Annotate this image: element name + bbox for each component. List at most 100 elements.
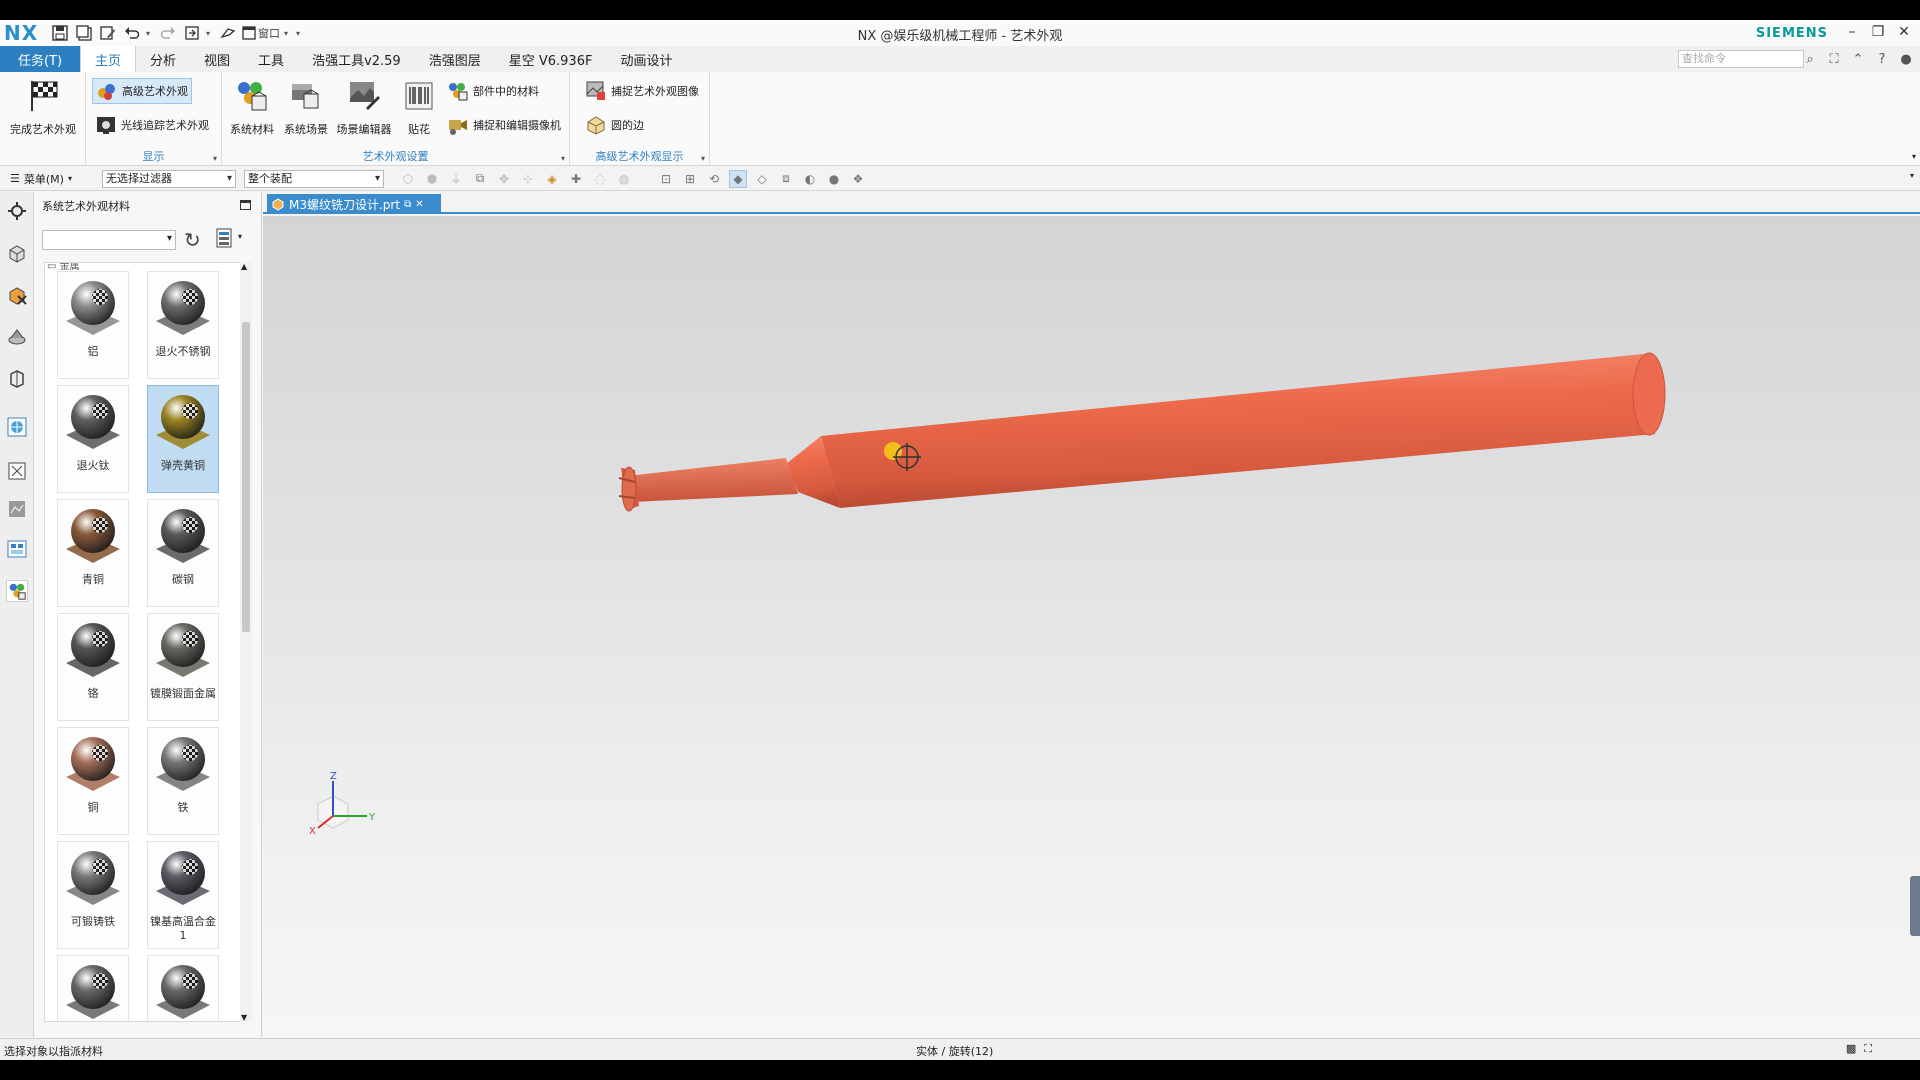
- capture-studio-image-button[interactable]: 捕捉艺术外观图像: [582, 78, 702, 104]
- process-studio-icon[interactable]: [6, 498, 28, 520]
- collapse-ribbon-icon[interactable]: ⌃: [1850, 50, 1866, 68]
- history-icon[interactable]: [6, 460, 28, 482]
- tab-haoqiang-layers[interactable]: 浩强图层: [415, 46, 495, 72]
- window-icon[interactable]: 窗口: [242, 23, 280, 43]
- tab-haoqiang-tools[interactable]: 浩强工具v2.59: [298, 46, 415, 72]
- hidden-b-icon[interactable]: ◍: [615, 170, 633, 188]
- material-tile[interactable]: 青铜: [57, 499, 129, 607]
- ray-traced-studio-button[interactable]: 光线追踪艺术外观: [92, 112, 212, 138]
- decal-button[interactable]: 贴花: [396, 78, 442, 137]
- advanced-display-more-icon[interactable]: ▾: [701, 154, 705, 163]
- system-scenes-button[interactable]: 系统场景: [280, 78, 332, 137]
- snap-end-icon[interactable]: ⊹: [519, 170, 537, 188]
- tab-xingkong[interactable]: 星空 V6.936F: [495, 46, 607, 72]
- gear-icon[interactable]: [6, 200, 28, 222]
- scroll-down-icon[interactable]: ▼: [241, 1013, 247, 1022]
- checker-icon[interactable]: ▩: [1846, 1042, 1856, 1056]
- scroll-thumb[interactable]: [242, 322, 250, 632]
- document-tab[interactable]: M3螺纹铣刀设计.prt ⧉ ✕: [267, 194, 441, 214]
- rounded-edges-button[interactable]: 圆的边: [582, 112, 647, 138]
- material-tile[interactable]: 镍基高温合金 1: [147, 841, 219, 949]
- restore-icon[interactable]: ❐: [1870, 22, 1886, 42]
- material-tile[interactable]: 退火钛: [57, 385, 129, 493]
- scroll-up-icon[interactable]: ▲: [241, 262, 247, 271]
- rotate-view-icon[interactable]: ⟲: [705, 170, 723, 188]
- studio-settings-more-icon[interactable]: ▾: [561, 154, 565, 163]
- filter-icon[interactable]: ⏚: [447, 170, 465, 188]
- material-tile[interactable]: 碳钢: [147, 499, 219, 607]
- tab-close-icon[interactable]: ✕: [415, 199, 423, 210]
- minimize-icon[interactable]: –: [1844, 22, 1860, 42]
- material-sphere-icon[interactable]: ●: [825, 170, 843, 188]
- system-materials-palette-icon[interactable]: [6, 580, 28, 602]
- task-menu-button[interactable]: 任务(T): [0, 46, 80, 72]
- refresh-icon[interactable]: ↻: [184, 228, 201, 252]
- selection-filter-select[interactable]: 无选择过滤器: [102, 169, 236, 188]
- assembly-navigator-icon[interactable]: [6, 242, 28, 264]
- hd3d-tools-icon[interactable]: [6, 368, 28, 390]
- material-tile[interactable]: 弹壳黄铜: [147, 385, 219, 493]
- save-icon[interactable]: [50, 23, 70, 43]
- material-tile[interactable]: 镀膜锻面金属: [147, 613, 219, 721]
- type-filter-icon[interactable]: ⧉: [471, 170, 489, 188]
- hidden-a-icon[interactable]: ◌: [591, 170, 609, 188]
- render-style-icon[interactable]: ◐: [801, 170, 819, 188]
- fit-view-icon[interactable]: ⊡: [657, 170, 675, 188]
- material-tile[interactable]: [57, 955, 129, 1021]
- tab-options-icon[interactable]: ⧉: [404, 199, 411, 210]
- material-tile[interactable]: 铬: [57, 613, 129, 721]
- system-scene-palette-icon[interactable]: [6, 538, 28, 560]
- select-features-icon[interactable]: ⬢: [423, 170, 441, 188]
- customize-qat-icon[interactable]: ▾: [296, 29, 304, 38]
- reuse-library-icon[interactable]: [6, 326, 28, 348]
- save-as-icon[interactable]: [98, 23, 118, 43]
- material-scrollbar[interactable]: ▲ ▼: [240, 262, 252, 1022]
- tab-animation-design[interactable]: 动画设计: [606, 46, 686, 72]
- system-materials-button[interactable]: 系统材料: [226, 78, 278, 137]
- undo-icon[interactable]: [122, 23, 142, 43]
- capture-edit-camera-button[interactable]: 捕捉和编辑摄像机: [444, 112, 564, 138]
- graphics-window[interactable]: Z Y X: [263, 216, 1920, 1037]
- material-tile[interactable]: 退火不锈钢: [147, 271, 219, 379]
- zoom-icon[interactable]: ⊞: [681, 170, 699, 188]
- repeat-command-icon[interactable]: [182, 23, 202, 43]
- ribbon-options-icon[interactable]: ▾: [1912, 152, 1916, 161]
- save-all-icon[interactable]: [74, 23, 94, 43]
- material-tile[interactable]: 铝: [57, 271, 129, 379]
- highlight-icon[interactable]: ◈: [543, 170, 561, 188]
- undo-dropdown-icon[interactable]: ▾: [146, 29, 154, 38]
- tab-home[interactable]: 主页: [80, 46, 137, 72]
- tab-tools[interactable]: 工具: [244, 46, 298, 72]
- redo-icon[interactable]: [158, 23, 178, 43]
- materials-in-part-button[interactable]: 部件中的材料: [444, 78, 542, 104]
- add-selection-icon[interactable]: ✚: [567, 170, 585, 188]
- advanced-studio-button[interactable]: 高级艺术外观: [92, 78, 192, 104]
- part-navigator-icon[interactable]: [6, 284, 28, 306]
- window-dropdown-icon[interactable]: ▾: [284, 29, 292, 38]
- side-panel-handle[interactable]: [1910, 876, 1920, 936]
- help-icon[interactable]: ?: [1874, 50, 1890, 68]
- repeat-dropdown-icon[interactable]: ▾: [206, 29, 214, 38]
- milling-cutter-part[interactable]: [618, 352, 1666, 512]
- shaded-icon[interactable]: ◆: [729, 169, 747, 188]
- material-tile[interactable]: 铁: [147, 727, 219, 835]
- scene-editor-button[interactable]: 场景编辑器: [334, 78, 394, 137]
- fullscreen-icon[interactable]: ⛶: [1826, 50, 1842, 68]
- tab-view[interactable]: 视图: [190, 46, 244, 72]
- snap-point-icon[interactable]: ✥: [495, 170, 513, 188]
- material-category-select[interactable]: [42, 230, 176, 250]
- select-all-icon[interactable]: ⬡: [399, 170, 417, 188]
- menu-button[interactable]: ☰ 菜单(M) ▾: [10, 171, 90, 187]
- toolbar-options-icon[interactable]: ▾: [1910, 171, 1914, 180]
- tab-analysis[interactable]: 分析: [136, 46, 190, 72]
- finish-studio-button[interactable]: 完成艺术外观: [6, 78, 80, 137]
- close-icon[interactable]: ✕: [1896, 22, 1912, 42]
- maximize-panel-icon[interactable]: [240, 200, 251, 210]
- orient-view-icon[interactable]: ⧈: [777, 170, 795, 188]
- touch-mode-icon[interactable]: [218, 23, 238, 43]
- fullscreen-toggle-icon[interactable]: ⛶: [1864, 1042, 1872, 1056]
- view-mode-icon[interactable]: [216, 228, 232, 248]
- layer-settings-icon[interactable]: ❖: [849, 170, 867, 188]
- view-mode-caret-icon[interactable]: ▾: [238, 232, 242, 241]
- settings-dot-icon[interactable]: ●: [1898, 50, 1914, 68]
